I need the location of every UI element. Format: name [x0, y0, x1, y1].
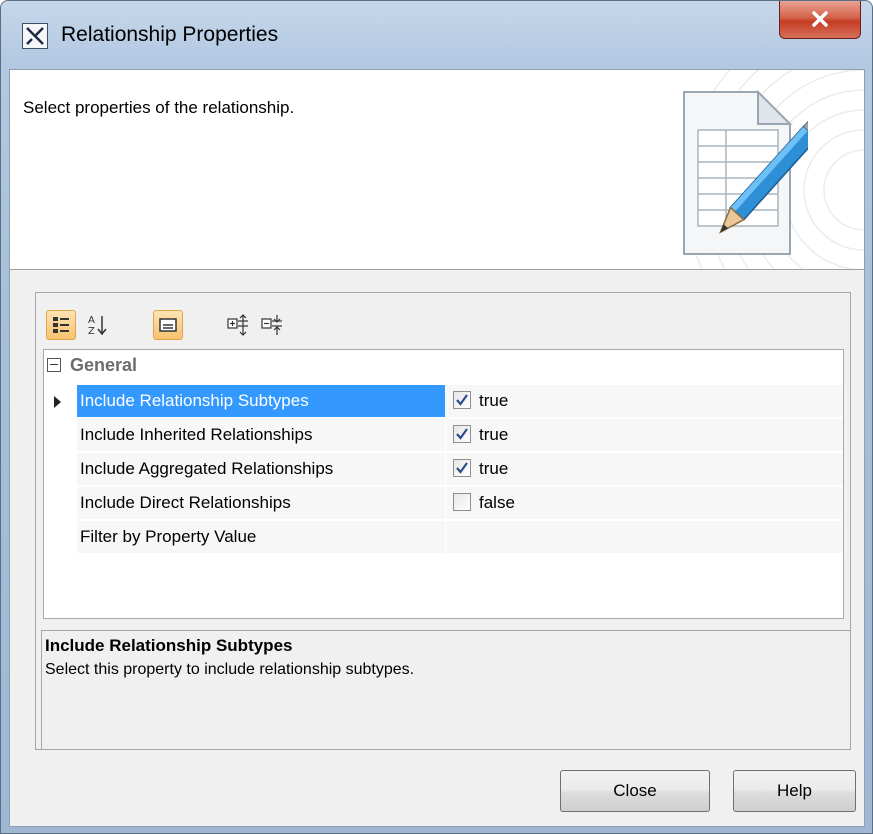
categorized-view-button[interactable] [46, 310, 76, 340]
collapse-group-icon[interactable] [47, 358, 61, 372]
property-value: true [479, 391, 509, 410]
collapse-all-button[interactable] [258, 310, 288, 340]
include-direct-relationships-checkbox[interactable] [453, 493, 471, 511]
property-value: false [479, 493, 515, 512]
property-name: Filter by Property Value [77, 521, 445, 553]
svg-text:A: A [88, 315, 95, 326]
checkmark-icon [456, 462, 468, 474]
property-value-cell[interactable]: true [446, 453, 843, 485]
include-inherited-relationships-checkbox[interactable] [453, 425, 471, 443]
expand-all-button[interactable] [224, 310, 254, 340]
help-button[interactable]: Help [733, 770, 856, 812]
property-name: Include Relationship Subtypes [77, 385, 445, 417]
header-description: Select properties of the relationship. [23, 98, 295, 117]
sort-alphabetical-button[interactable]: A Z [83, 310, 113, 340]
property-name: Include Inherited Relationships [77, 419, 445, 451]
property-row-include-inherited-relationships[interactable]: Include Inherited Relationships true [44, 419, 843, 453]
collapse-all-icon [261, 315, 282, 335]
svg-text:Z: Z [88, 326, 95, 337]
show-description-button[interactable] [153, 310, 183, 340]
property-value-cell[interactable]: true [446, 419, 843, 451]
close-button[interactable]: Close [560, 770, 710, 812]
relationship-properties-dialog: Relationship Properties Select propertie… [0, 0, 873, 834]
group-general[interactable]: General [44, 350, 843, 383]
dialog-body: Select properties of the relationship. A… [9, 69, 865, 827]
app-icon [22, 23, 48, 49]
categorized-view-icon [53, 317, 69, 333]
current-row-arrow-icon [54, 396, 61, 408]
description-panel: Include Relationship Subtypes Select thi… [41, 630, 851, 750]
document-edit-icon [683, 89, 808, 255]
properties-toolbar: A Z [36, 293, 850, 347]
property-name: Include Aggregated Relationships [77, 453, 445, 485]
include-aggregated-relationships-checkbox[interactable] [453, 459, 471, 477]
window-title: Relationship Properties [61, 23, 279, 46]
title-bar[interactable]: Relationship Properties [1, 1, 872, 69]
expand-all-icon [227, 314, 248, 336]
checkmark-icon [456, 428, 468, 440]
property-value: true [479, 459, 509, 478]
property-value-cell[interactable]: false [446, 487, 843, 519]
group-label: General [70, 355, 138, 375]
property-row-include-relationship-subtypes[interactable]: Include Relationship Subtypes true [44, 385, 843, 419]
property-row-include-aggregated-relationships[interactable]: Include Aggregated Relationships true [44, 453, 843, 487]
property-row-include-direct-relationships[interactable]: Include Direct Relationships false [44, 487, 843, 521]
description-text: Select this property to include relation… [45, 661, 415, 678]
property-value: true [479, 425, 509, 444]
include-relationship-subtypes-checkbox[interactable] [453, 391, 471, 409]
window-close-button[interactable] [779, 1, 861, 39]
close-icon [812, 11, 828, 27]
property-value-cell[interactable] [446, 521, 843, 553]
show-description-icon [159, 318, 177, 332]
sort-alphabetical-icon: A Z [88, 315, 107, 337]
property-row-filter-by-property-value[interactable]: Filter by Property Value [44, 521, 843, 555]
property-name: Include Direct Relationships [77, 487, 445, 519]
dialog-header: Select properties of the relationship. [10, 70, 864, 270]
property-value-cell[interactable]: true [446, 385, 843, 417]
checkmark-icon [456, 394, 468, 406]
property-grid: General Include Relationship Subtypes tr… [43, 349, 844, 619]
description-title: Include Relationship Subtypes [45, 636, 293, 655]
